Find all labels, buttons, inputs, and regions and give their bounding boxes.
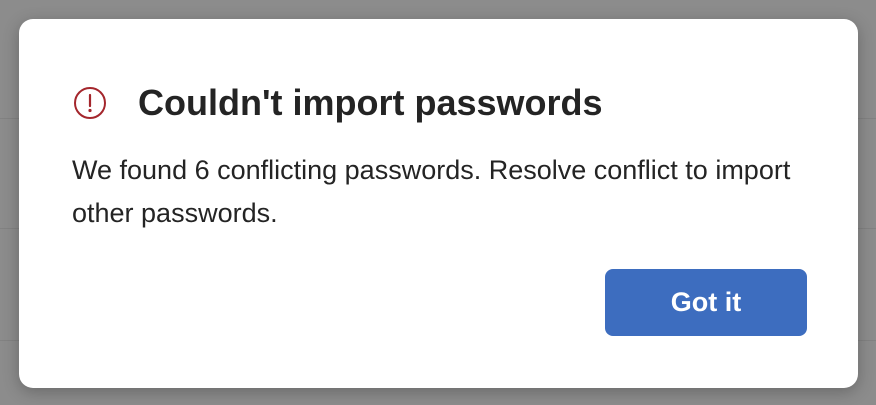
dialog-header: Couldn't import passwords <box>73 81 603 125</box>
import-error-dialog: Couldn't import passwords We found 6 con… <box>19 19 858 388</box>
backdrop-divider <box>0 228 19 229</box>
backdrop-divider <box>858 340 876 341</box>
got-it-button[interactable]: Got it <box>605 269 807 336</box>
dialog-message: We found 6 conflicting passwords. Resolv… <box>72 155 791 228</box>
backdrop-divider <box>0 340 19 341</box>
warning-circle-icon <box>73 86 107 120</box>
dialog-title: Couldn't import passwords <box>138 82 603 123</box>
backdrop-divider <box>0 118 19 119</box>
backdrop-divider <box>858 228 876 229</box>
backdrop-divider <box>858 118 876 119</box>
